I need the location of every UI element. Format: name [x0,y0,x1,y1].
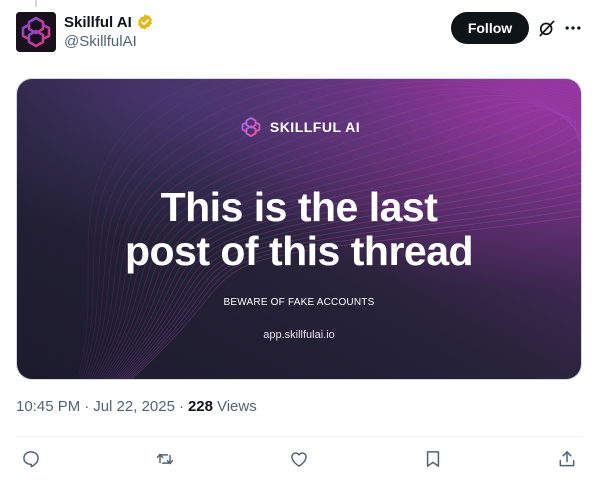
meta-separator: · [84,398,90,415]
meta-separator: · [178,398,184,415]
post-media-image[interactable]: SKILLFUL AI This is the last post of thi… [16,78,582,380]
media-headline: This is the last post of this thread [17,185,581,273]
like-icon [291,452,307,467]
post-date[interactable]: Jul 22, 2025 [93,398,175,415]
follow-button[interactable]: Follow [451,12,529,44]
media-warning: BEWARE OF FAKE ACCOUNTS [223,297,375,308]
skillful-ai-logo-icon [241,116,261,138]
avatar[interactable] [16,12,56,52]
reply-icon [23,451,39,468]
post-header: Skillful AI @SkillfulAI Follow [16,12,582,52]
share-icon [559,451,575,467]
skillful-ai-brain-logo-icon [16,12,56,52]
post-meta: 10:45 PM · Jul 22, 2025 · 228 Views [16,398,257,415]
action-bar [16,446,582,472]
display-name-row: Skillful AI [64,12,154,32]
media-headline-line2: post of this thread [124,228,474,274]
bookmark-icon [426,451,440,467]
more-icon[interactable] [563,18,583,38]
post-time[interactable]: 10:45 PM [16,398,80,415]
media-headline-line1: This is the last [160,184,438,230]
media-brand-name: SKILLFUL AI [269,119,361,135]
display-name[interactable]: Skillful AI [64,14,132,31]
views-label: Views [216,398,257,415]
share-button[interactable] [554,446,580,472]
author-handle[interactable]: @SkillfulAI [64,33,154,50]
like-button[interactable] [286,446,312,472]
divider [16,436,582,437]
views-count[interactable]: 228 [188,398,213,415]
repost-button[interactable] [152,446,178,472]
author-names: Skillful AI @SkillfulAI [64,12,154,50]
bookmark-button[interactable] [420,446,446,472]
media-url: app.skillfulai.io [263,329,335,341]
thread-connector-line [35,0,37,7]
reply-button[interactable] [18,446,44,472]
repost-icon [156,453,174,465]
verified-badge-icon[interactable] [136,13,154,31]
media-brand: SKILLFUL AI [17,114,581,140]
grok-icon[interactable] [537,18,557,38]
